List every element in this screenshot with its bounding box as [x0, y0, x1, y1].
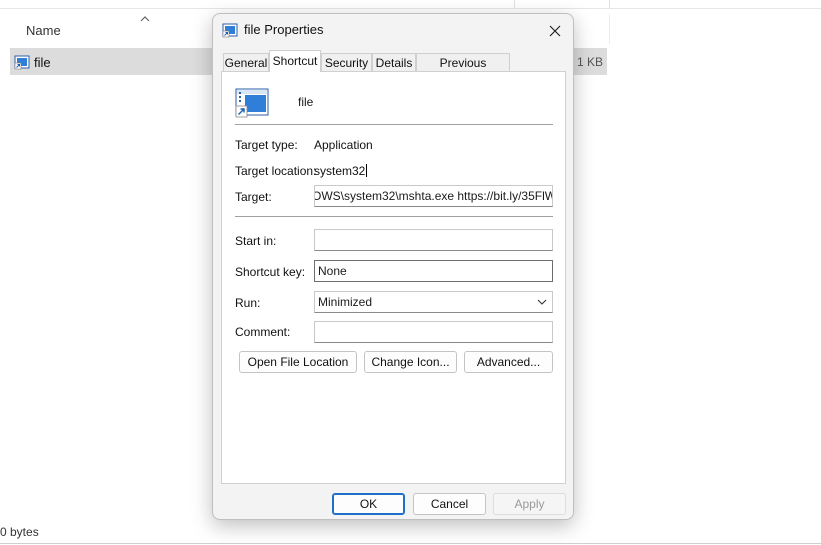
explorer-top-border — [0, 0, 821, 9]
tab-general[interactable]: General — [223, 53, 269, 71]
comment-label: Comment: — [235, 325, 291, 339]
shortcut-app-icon — [235, 88, 269, 118]
properties-dialog: file Properties General Shortcut Securit… — [212, 13, 574, 520]
shortcut-file-name: file — [298, 95, 314, 109]
ok-button[interactable]: OK — [332, 493, 405, 515]
tab-shortcut[interactable]: Shortcut — [269, 50, 321, 72]
tab-details[interactable]: Details — [372, 53, 416, 71]
shortcut-key-input[interactable]: None — [314, 260, 553, 282]
dialog-title: file Properties — [244, 22, 324, 37]
tab-previous-versions[interactable]: Previous Versions — [416, 53, 510, 88]
cancel-button[interactable]: Cancel — [413, 493, 486, 515]
shortcut-app-icon — [222, 23, 238, 38]
explorer-column-divider — [609, 14, 610, 44]
chevron-down-icon — [537, 299, 547, 305]
run-label: Run: — [235, 296, 261, 310]
run-select-value: Minimized — [318, 295, 373, 309]
open-file-location-button[interactable]: Open File Location — [239, 351, 357, 373]
start-in-label: Start in: — [235, 234, 277, 248]
target-input[interactable]: OWS\system32\mshta.exe https://bit.ly/35… — [314, 185, 553, 207]
apply-button[interactable]: Apply — [493, 493, 566, 515]
column-header-label: Name — [26, 23, 61, 38]
run-select[interactable]: Minimized — [314, 291, 553, 313]
separator — [235, 216, 553, 217]
target-location-value: system32 — [314, 164, 368, 178]
target-type-label: Target type: — [235, 138, 298, 152]
close-button[interactable] — [543, 20, 567, 42]
file-name: file — [34, 55, 51, 70]
shortcut-file-icon — [14, 55, 30, 70]
separator — [235, 124, 553, 125]
comment-input[interactable] — [314, 321, 553, 343]
explorer-divider — [609, 0, 610, 8]
target-type-value: Application — [314, 138, 373, 152]
shortcut-key-label: Shortcut key: — [235, 265, 306, 279]
column-header-name[interactable]: Name — [10, 14, 210, 44]
target-location-label: Target location: — [235, 164, 317, 178]
start-in-input[interactable] — [314, 229, 553, 251]
target-label: Target: — [235, 190, 272, 204]
explorer-divider — [514, 0, 515, 8]
status-bar-border — [0, 543, 821, 544]
tab-security[interactable]: Security — [321, 53, 372, 71]
status-bar-text: 0 bytes — [0, 525, 39, 539]
file-size: 1 KB — [576, 55, 603, 69]
sort-up-icon — [140, 16, 150, 22]
close-icon — [549, 25, 561, 37]
advanced-button[interactable]: Advanced... — [464, 351, 553, 373]
shortcut-tab-panel: file Target type: Application Target loc… — [221, 71, 566, 484]
change-icon-button[interactable]: Change Icon... — [364, 351, 457, 373]
